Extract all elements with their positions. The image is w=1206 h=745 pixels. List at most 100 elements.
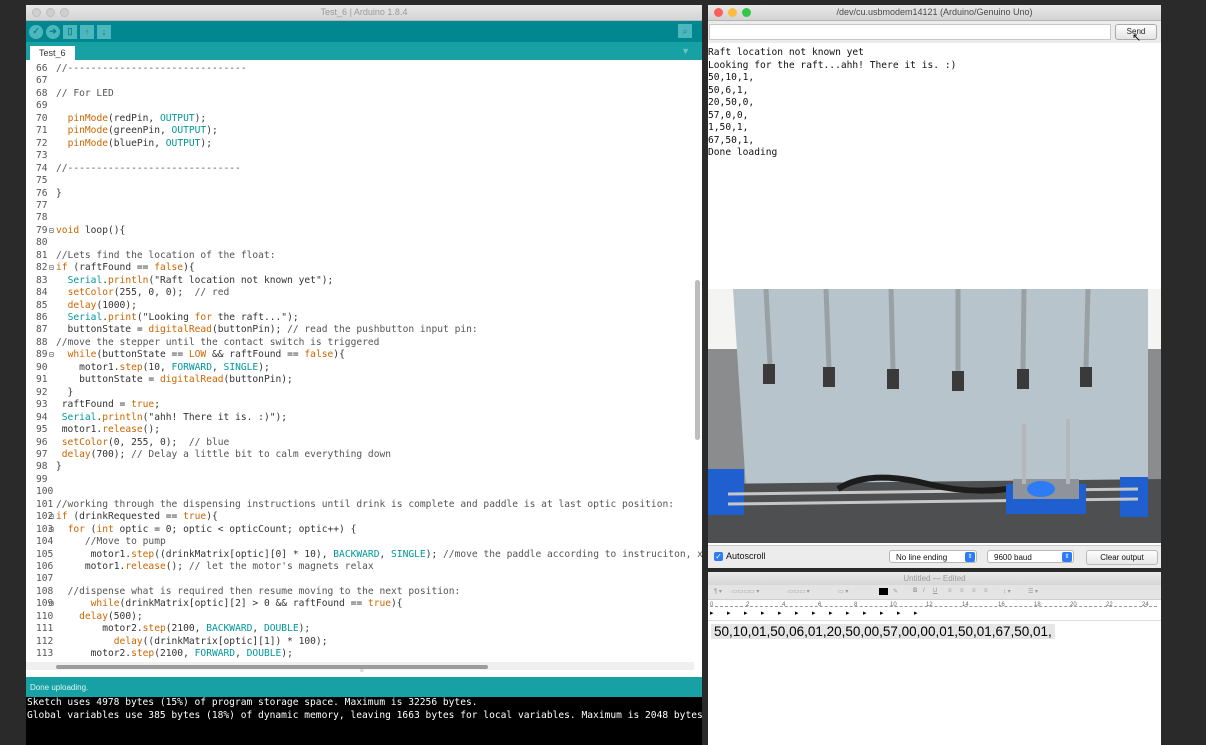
save-sketch-button[interactable]: ↓ — [97, 24, 111, 39]
tab-stop-icon[interactable]: ▸ — [846, 609, 850, 617]
code-line[interactable]: 97 delay(700); // Delay a little bit to … — [26, 449, 696, 462]
code-line[interactable]: 93 raftFound = true; — [26, 399, 696, 412]
tab-stop-icon[interactable]: ▸ — [778, 609, 782, 617]
tab-test-6[interactable]: Test_6 — [30, 46, 75, 60]
verify-button[interactable]: ✓ — [29, 24, 43, 39]
code-line[interactable]: 105 motor1.step((drinkMatrix[optic][0] *… — [26, 549, 702, 562]
code-line[interactable]: 67 — [26, 75, 696, 88]
ruler[interactable]: 0 2 4 6 8 10 12 14 16 18 20 22 24 ▸ ▸ ▸ ▸ ▸ ▸ ▸ ▸ ▸ ▸ ▸ ▸ ▸ — [708, 600, 1161, 621]
code-line[interactable]: 85 delay(1000); — [26, 300, 696, 313]
code-line[interactable]: 89 ⊟ while(buttonState == LOW && raftFoun… — [26, 349, 696, 362]
baud-rate-select[interactable]: 9600 baud ⇕ — [987, 550, 1074, 563]
resize-handle-icon[interactable]: ≡ — [360, 668, 364, 674]
code-line[interactable]: 95 motor1.release(); — [26, 424, 696, 437]
code-line[interactable]: 113 motor2.step(2100, FORWARD, DOUBLE); — [26, 648, 696, 661]
code-line[interactable]: 101//working through the dispensing inst… — [26, 499, 696, 512]
code-line[interactable]: 98} — [26, 461, 696, 474]
code-line[interactable]: 104 //Move to pump — [26, 536, 696, 549]
fold-toggle-icon[interactable]: ⊟ — [49, 511, 54, 524]
zoom-window-button[interactable] — [742, 8, 751, 17]
fold-toggle-icon[interactable]: ⊟ — [49, 225, 54, 238]
clear-output-button[interactable]: Clear output — [1086, 550, 1158, 565]
code-line[interactable]: 73 — [26, 150, 696, 163]
zoom-window-button[interactable] — [60, 8, 69, 17]
code-line[interactable]: 80 — [26, 237, 696, 250]
tab-stop-icon[interactable]: ▸ — [710, 609, 714, 617]
highlight-icon[interactable]: ✎ — [893, 588, 898, 595]
code-line[interactable]: 99 — [26, 474, 696, 487]
code-line[interactable]: 71 pinMode(greenPin, OUTPUT); — [26, 125, 696, 138]
tab-stop-icon[interactable]: ▸ — [863, 609, 867, 617]
minimize-window-button[interactable] — [46, 8, 55, 17]
tab-menu-icon[interactable]: ▼ — [681, 46, 690, 56]
code-line[interactable]: 96 setColor(0, 255, 0); // blue — [26, 437, 696, 450]
fold-toggle-icon[interactable]: ⊟ — [49, 262, 54, 275]
tab-stop-icon[interactable]: ▸ — [914, 609, 918, 617]
code-line[interactable]: 79 ⊟ void loop(){ — [26, 225, 696, 238]
horizontal-scrollbar[interactable] — [56, 665, 488, 669]
code-line[interactable]: 88 //move the stepper until the contact s… — [26, 337, 696, 350]
serial-input-field[interactable] — [709, 24, 1111, 40]
code-line[interactable]: 110 delay(500); — [26, 611, 696, 624]
code-line[interactable]: 75 — [26, 175, 696, 188]
code-line[interactable]: 72 pinMode(bluePin, OUTPUT); — [26, 138, 696, 151]
tab-stop-icon[interactable]: ▸ — [829, 609, 833, 617]
fold-toggle-icon[interactable]: ⊟ — [49, 598, 54, 611]
code-line[interactable]: 102 ⊟ if (drinkRequested == true){ — [26, 511, 696, 524]
italic-icon[interactable]: I — [923, 588, 925, 594]
code-line[interactable]: 77 — [26, 200, 696, 213]
font-family-select[interactable]: ▭▭▭▭ ▾ — [732, 588, 759, 595]
code-line[interactable]: 92 } — [26, 387, 696, 400]
code-line[interactable]: 87 buttonState = digitalRead(buttonPin);… — [26, 324, 696, 337]
text-editor-content[interactable]: 50,10,01,50,06,01,20,50,00,57,00,00,01,5… — [711, 624, 1055, 639]
code-line[interactable]: 90 motor1.step(10, FORWARD, SINGLE); — [26, 362, 696, 375]
tab-stop-icon[interactable]: ▸ — [880, 609, 884, 617]
code-line[interactable]: 106 motor1.release(); // let the motor's… — [26, 561, 696, 574]
new-sketch-button[interactable]: ▯ — [63, 24, 77, 39]
code-editor[interactable]: 66 //------------------------------- 67 68 /… — [26, 60, 702, 668]
code-line[interactable]: 81 //Lets find the location of the float: — [26, 250, 696, 263]
line-spacing-icon[interactable]: ↕ ▾ — [1003, 588, 1011, 595]
line-ending-select[interactable]: No line ending ⇕ — [889, 550, 977, 563]
code-line[interactable]: 82 ⊟ if (raftFound == false){ — [26, 262, 696, 275]
code-line[interactable]: 76} — [26, 188, 696, 201]
code-line[interactable]: 78 — [26, 212, 696, 225]
font-size-select[interactable]: ▭ ▾ — [838, 588, 848, 595]
tab-stop-icon[interactable]: ▸ — [727, 609, 731, 617]
upload-button[interactable]: ➜ — [46, 24, 60, 39]
code-line[interactable]: 111 motor2.step(2100, BACKWARD, DOUBLE); — [26, 623, 696, 636]
tab-stop-icon[interactable]: ▸ — [795, 609, 799, 617]
code-line[interactable]: 69 — [26, 100, 696, 113]
minimize-window-button[interactable] — [728, 8, 737, 17]
code-line[interactable]: 68 // For LED — [26, 88, 696, 101]
code-line[interactable]: 86 Serial.print("Looking for the raft...… — [26, 312, 696, 325]
code-line[interactable]: 70 pinMode(redPin, OUTPUT); — [26, 113, 696, 126]
code-line[interactable]: 100 — [26, 486, 696, 499]
tab-stop-icon[interactable]: ▸ — [761, 609, 765, 617]
tab-stop-icon[interactable]: ▸ — [897, 609, 901, 617]
code-line[interactable]: 94 Serial.println("ahh! There it is. :)"… — [26, 412, 696, 425]
code-line[interactable]: 66 //------------------------------- — [26, 63, 696, 76]
align-left-icon[interactable]: ≡ — [948, 588, 952, 594]
code-line[interactable]: 83 Serial.println("Raft location not kno… — [26, 275, 696, 288]
close-window-button[interactable] — [32, 8, 41, 17]
close-window-button[interactable] — [714, 8, 723, 17]
align-right-icon[interactable]: ≡ — [972, 588, 976, 594]
fold-toggle-icon[interactable]: ⊟ — [49, 524, 54, 537]
code-line[interactable]: 107 — [26, 573, 696, 586]
underline-icon[interactable]: U — [933, 588, 937, 594]
paragraph-style-select[interactable]: ¶ ▾ — [714, 588, 722, 595]
bold-icon[interactable]: B — [913, 588, 917, 594]
tab-stop-icon[interactable]: ▸ — [744, 609, 748, 617]
text-color-swatch[interactable] — [879, 588, 888, 595]
fold-toggle-icon[interactable]: ⊟ — [49, 349, 54, 362]
code-line[interactable]: 74 //------------------------------ — [26, 163, 696, 176]
code-line[interactable]: 112 delay((drinkMatrix[optic][1]) * 100)… — [26, 636, 696, 649]
code-line[interactable]: 84 setColor(255, 0, 0); // red — [26, 287, 696, 300]
code-line[interactable]: 109 ⊟ while(drinkMatrix[optic][2] > 0 && … — [26, 598, 696, 611]
tab-stop-icon[interactable]: ▸ — [812, 609, 816, 617]
autoscroll-checkbox[interactable]: ✓ — [714, 552, 723, 561]
justify-icon[interactable]: ≡ — [984, 588, 988, 594]
code-line[interactable]: 108 //dispense what is required then res… — [26, 586, 696, 599]
align-center-icon[interactable]: ≡ — [960, 588, 964, 594]
